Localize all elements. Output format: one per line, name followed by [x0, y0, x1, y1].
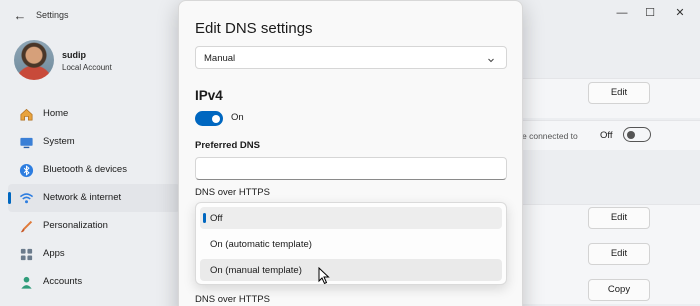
doh-option-manual-template[interactable]: On (manual template) — [200, 259, 502, 281]
user-name: sudip — [62, 50, 86, 60]
sidebar-item-label: Personalization — [43, 220, 108, 231]
sidebar-item-system[interactable]: System — [8, 128, 180, 156]
maximize-button[interactable]: ☐ — [640, 6, 660, 20]
edit-dns-button[interactable]: Edit — [588, 82, 650, 104]
account-type: Local Account — [62, 63, 112, 72]
app-title: Settings — [36, 10, 69, 20]
connected-text: e connected to — [522, 131, 578, 141]
sidebar-item-label: Accounts — [43, 276, 83, 287]
option-label: Off — [210, 213, 223, 224]
dns-mode-value: Manual — [204, 53, 236, 64]
dialog-title: Edit DNS settings — [195, 20, 313, 37]
sidebar-item-label: System — [43, 136, 75, 147]
edit-ip-button[interactable]: Edit — [588, 207, 650, 229]
edit-dns-dialog: Edit DNS settings Manual IPv4 On Preferr… — [178, 0, 523, 306]
sidebar-item-label: Apps — [43, 248, 65, 259]
minimize-button[interactable]: — — [612, 6, 632, 20]
sidebar-item-label: Home — [43, 108, 69, 119]
sidebar-item-network[interactable]: Network & internet — [8, 184, 180, 212]
sidebar-item-accounts[interactable]: Accounts — [8, 268, 180, 296]
option-label: On (automatic template) — [210, 239, 312, 250]
system-icon — [18, 134, 34, 150]
doh-dropdown-list: Off On (automatic template) On (manual t… — [195, 202, 507, 285]
sidebar-item-apps[interactable]: Apps — [8, 240, 180, 268]
copy-button[interactable]: Copy — [588, 279, 650, 301]
doh-option-automatic-template[interactable]: On (automatic template) — [200, 233, 502, 255]
personalization-icon — [18, 218, 34, 234]
sidebar-item-home[interactable]: Home — [8, 100, 180, 128]
preferred-dns-label: Preferred DNS — [195, 140, 260, 151]
chevron-down-icon — [486, 52, 496, 63]
doh-label-secondary: DNS over HTTPS — [195, 294, 270, 305]
doh-label: DNS over HTTPS — [195, 187, 270, 198]
sidebar-item-personalization[interactable]: Personalization — [8, 212, 180, 240]
preferred-dns-input[interactable] — [195, 157, 507, 180]
sidebar-nav: Home System Bluetooth & devices Network … — [8, 100, 180, 296]
home-icon — [18, 106, 34, 122]
sidebar-item-label: Bluetooth & devices — [43, 164, 127, 175]
edit-dns-server-button[interactable]: Edit — [588, 243, 650, 265]
avatar — [14, 40, 54, 80]
doh-option-off[interactable]: Off — [200, 207, 502, 229]
dns-mode-select[interactable]: Manual — [195, 46, 507, 69]
sidebar-item-bluetooth[interactable]: Bluetooth & devices — [8, 156, 180, 184]
ipv4-toggle-label: On — [231, 112, 244, 123]
accounts-icon — [18, 274, 34, 290]
metered-toggle[interactable] — [623, 127, 651, 142]
ipv4-toggle[interactable] — [195, 111, 223, 126]
sidebar-item-label: Network & internet — [43, 192, 122, 203]
mouse-cursor-icon — [318, 266, 330, 285]
option-label: On (manual template) — [210, 265, 302, 276]
apps-icon — [18, 246, 34, 262]
close-button[interactable]: ✕ — [670, 6, 690, 20]
network-icon — [18, 190, 34, 206]
back-arrow-icon[interactable]: ← — [12, 9, 28, 23]
bluetooth-icon — [18, 162, 34, 178]
ipv4-heading: IPv4 — [195, 88, 223, 103]
off-label: Off — [600, 130, 613, 141]
